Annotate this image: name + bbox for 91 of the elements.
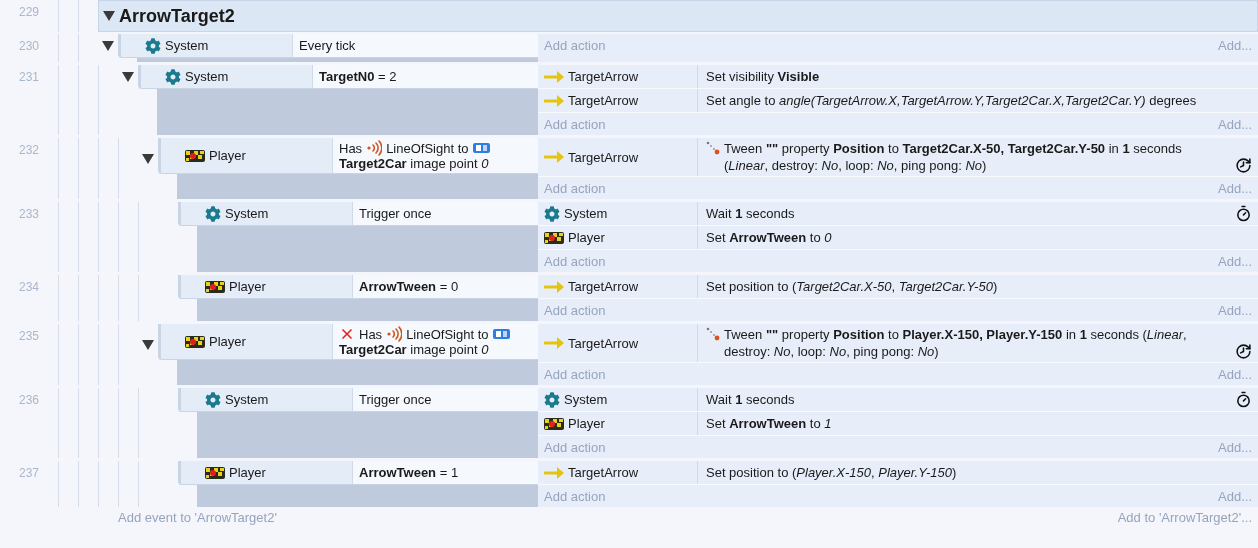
object-name: System <box>564 392 608 407</box>
object-name: TargetArrow <box>568 69 639 84</box>
line-number: 236 <box>19 392 39 407</box>
action-text: Set position to (Player.X-150, Player.Y-150) <box>706 464 957 481</box>
action-row[interactable]: TargetArrow Set angle to angle(TargetArrow.X,TargetArrow.Y,Target2Car.X,Target2Car.Y) degrees <box>538 89 1258 113</box>
condition-row[interactable]: System Trigger once <box>181 388 538 411</box>
tween-icon <box>706 141 720 155</box>
condition-text: Target2Car image point 0 <box>339 342 490 357</box>
condition-text: TargetN0 = 2 <box>319 69 397 84</box>
object-name: Player <box>209 334 246 349</box>
action-text: Set angle to angle(TargetArrow.X,TargetArrow.Y,Target2Car.X,Target2Car.Y) degrees <box>706 92 1197 109</box>
object-name: TargetArrow <box>568 93 639 108</box>
action-text: Wait 1 seconds <box>706 391 795 408</box>
condition-text: Every tick <box>299 38 356 53</box>
condition-object[interactable]: System <box>181 388 353 411</box>
object-name: System <box>564 206 608 221</box>
line-number: 232 <box>19 142 39 157</box>
condition-object[interactable]: System <box>121 34 293 57</box>
group-header[interactable]: ArrowTarget2 <box>98 0 1258 32</box>
clock-arrow-icon <box>1235 343 1252 360</box>
object-name: TargetArrow <box>568 335 639 351</box>
invert-cross-icon <box>339 326 355 342</box>
condition-object[interactable]: System <box>181 202 353 225</box>
action-text: Wait 1 seconds <box>706 205 795 222</box>
object-name: Player <box>209 148 246 163</box>
action-text: Set visibility Visible <box>706 68 820 85</box>
object-name: System <box>225 206 269 221</box>
line-number: 235 <box>19 328 39 343</box>
condition-row[interactable]: System Every tick <box>121 34 538 57</box>
condition-text: Target2Car image point 0 <box>339 156 490 171</box>
signal-waves-icon <box>386 326 403 342</box>
condition-text: ArrowTween = 0 <box>359 279 459 294</box>
object-name: Player <box>229 465 266 480</box>
action-text: Set ArrowTween to 1 <box>706 415 832 432</box>
condition-text: Trigger once <box>359 392 432 407</box>
action-row[interactable]: Player Set ArrowTween to 1 <box>538 412 1258 436</box>
condition-row[interactable]: System TargetN0 = 2 <box>141 65 538 88</box>
action-text: Tween "" property Position to Player.X-150, Player.Y-150 in 1 seconds (Linear, destroy: No, loop: No, ping pong: No) <box>724 326 1188 360</box>
clock-arrow-icon <box>1235 157 1252 174</box>
condition-object[interactable]: Player <box>161 138 333 173</box>
condition-text: LineOfSight to <box>406 326 489 342</box>
condition-object[interactable]: Player <box>181 275 353 298</box>
object-name: TargetArrow <box>568 279 639 294</box>
line-number: 231 <box>19 69 39 84</box>
line-number: 237 <box>19 465 39 480</box>
object-name: System <box>225 392 269 407</box>
condition-row[interactable]: Player ArrowTween = 1 <box>181 461 538 484</box>
condition-text: Has <box>359 326 383 342</box>
condition-object[interactable]: Player <box>161 324 333 359</box>
action-row[interactable]: TargetArrow Tween "" property Position to Target2Car.X-50, Target2Car.Y-50 in 1 seconds (Linear, destroy: No, loop: No, ping pong: No) <box>538 138 1258 177</box>
group-title: ArrowTarget2 <box>119 5 235 27</box>
condition-text: Has <box>339 140 363 156</box>
action-row[interactable]: TargetArrow Tween "" property Position to Player.X-150, Player.Y-150 in 1 seconds (Linear, destroy: No, loop: No, ping pong: No) <box>538 324 1258 363</box>
condition-text: ArrowTween = 1 <box>359 465 459 480</box>
object-name: Player <box>229 279 266 294</box>
object-name: TargetArrow <box>568 465 639 480</box>
condition-object[interactable]: System <box>141 65 313 88</box>
object-name: TargetArrow <box>568 149 639 165</box>
car-icon <box>472 143 491 153</box>
condition-row[interactable]: Player ArrowTween = 0 <box>181 275 538 298</box>
action-row[interactable]: System Wait 1 seconds <box>538 388 1258 412</box>
expand-triangle[interactable] <box>142 154 154 164</box>
condition-row[interactable]: Player Has LineOfSight to Target2Car image point 0 <box>161 138 538 173</box>
action-row[interactable]: Player Set ArrowTween to 0 <box>538 226 1258 250</box>
action-row[interactable]: TargetArrow Set visibility Visible <box>538 65 1258 89</box>
condition-object[interactable]: Player <box>181 461 353 484</box>
condition-row[interactable]: System Trigger once <box>181 202 538 225</box>
condition-text: Trigger once <box>359 206 432 221</box>
expand-triangle[interactable] <box>103 11 115 21</box>
tween-icon <box>706 327 720 341</box>
expand-triangle[interactable] <box>102 41 114 51</box>
line-number: 229 <box>19 4 39 19</box>
action-text: Set position to (Target2Car.X-50, Target2Car.Y-50) <box>706 278 998 295</box>
condition-text: LineOfSight to <box>386 140 469 156</box>
line-number: 233 <box>19 206 39 221</box>
line-number: 234 <box>19 279 39 294</box>
object-name: Player <box>568 230 605 245</box>
signal-waves-icon <box>366 140 383 156</box>
object-name: System <box>165 38 209 53</box>
action-text: Set ArrowTween to 0 <box>706 229 832 246</box>
object-name: System <box>185 69 229 84</box>
action-text: Tween "" property Position to Target2Car.X-50, Target2Car.Y-50 in 1 seconds (Linear, destroy: No, loop: No, ping pong: No) <box>724 140 1183 174</box>
expand-triangle[interactable] <box>142 340 154 350</box>
action-row[interactable]: System Wait 1 seconds <box>538 202 1258 226</box>
object-name: Player <box>568 416 605 431</box>
condition-row[interactable]: Player Has LineOfSight to Target2Car image point 0 <box>161 324 538 359</box>
line-number: 230 <box>19 38 39 53</box>
action-row[interactable]: TargetArrow Set position to (Player.X-150, Player.Y-150) <box>538 461 1258 485</box>
action-row[interactable]: TargetArrow Set position to (Target2Car.X-50, Target2Car.Y-50) <box>538 275 1258 299</box>
expand-triangle[interactable] <box>122 72 134 82</box>
car-icon <box>492 329 511 339</box>
